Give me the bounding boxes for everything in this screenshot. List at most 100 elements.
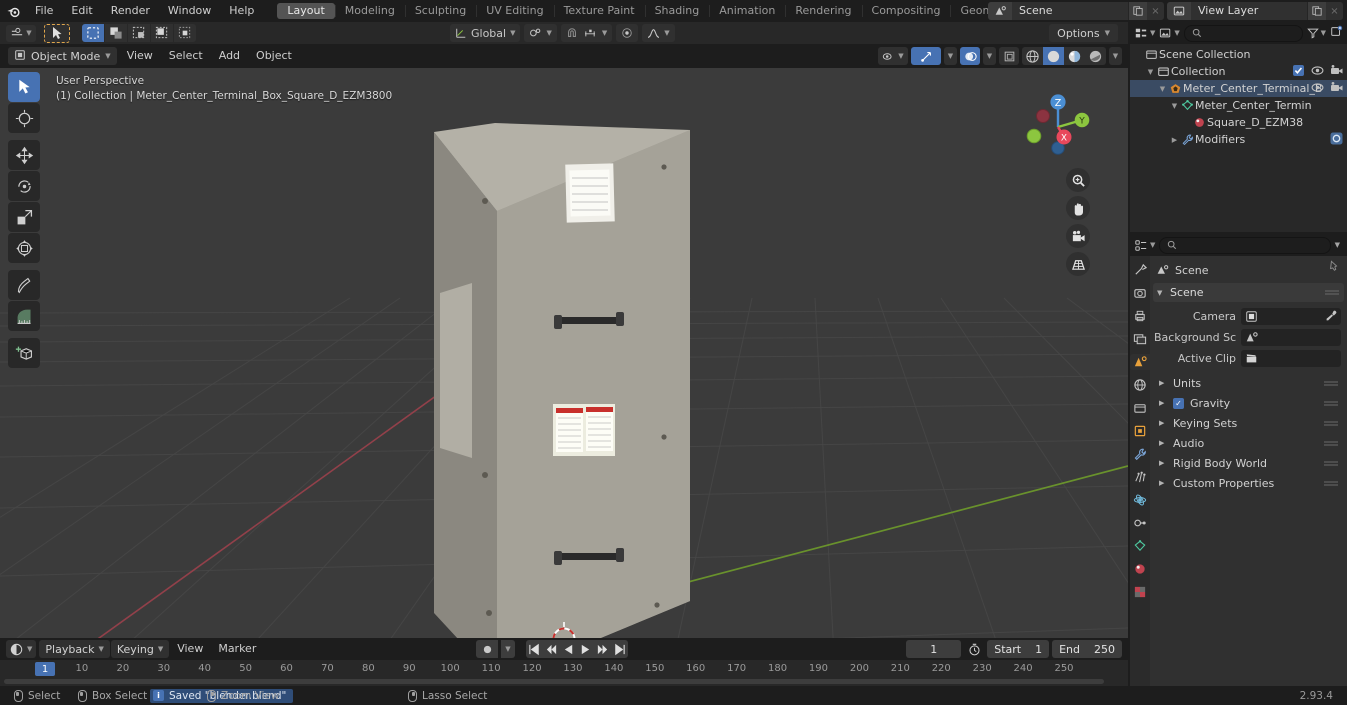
- object-tab[interactable]: [1132, 423, 1148, 439]
- panel-disclosure-icon[interactable]: ▶: [1159, 399, 1167, 407]
- transform-orientation-dropdown[interactable]: Global ▼: [450, 24, 521, 42]
- menu-window[interactable]: Window: [159, 2, 220, 20]
- unlink-scene-icon[interactable]: ×: [1147, 2, 1164, 20]
- disclosure-triangle-icon[interactable]: ▶: [1169, 136, 1180, 144]
- workspace-tab-sculpting[interactable]: Sculpting: [404, 3, 476, 19]
- shading-wireframe-button[interactable]: [1022, 47, 1043, 65]
- output-tab[interactable]: [1132, 308, 1148, 324]
- properties-options-dropdown[interactable]: ▼: [1335, 241, 1343, 249]
- panel-disclosure-icon[interactable]: ▶: [1159, 379, 1167, 387]
- pin-icon[interactable]: [1328, 260, 1340, 275]
- snap-settings[interactable]: ▼: [560, 24, 613, 42]
- data-tab[interactable]: [1132, 538, 1148, 554]
- viewport-menu-add[interactable]: Add: [211, 47, 248, 65]
- add-cube-tool[interactable]: [8, 338, 40, 368]
- panel-disclosure-icon[interactable]: ▶: [1159, 459, 1167, 467]
- workspace-tab-compositing[interactable]: Compositing: [861, 3, 951, 19]
- modifiers-tab[interactable]: [1132, 446, 1148, 462]
- keying-popover-icon[interactable]: ▼: [501, 640, 515, 658]
- tool-tab[interactable]: [1132, 262, 1148, 278]
- object-mode-dropdown[interactable]: Object Mode ▼: [8, 47, 117, 65]
- timeline-ruler[interactable]: 10 20 30 40 50 60 70 80 90 100 110 120 130 140 150 160 1…: [0, 660, 1128, 678]
- overlays-toggle[interactable]: [960, 47, 980, 65]
- camera-view-button[interactable]: [1066, 224, 1090, 248]
- current-frame-field[interactable]: 1: [906, 640, 962, 658]
- shading-rendered-button[interactable]: [1085, 47, 1106, 65]
- zoom-view-button[interactable]: [1066, 168, 1090, 192]
- panel-disclosure-icon[interactable]: ▶: [1159, 479, 1167, 487]
- particles-tab[interactable]: [1132, 469, 1148, 485]
- panel-rigid-body-world[interactable]: ▶ Rigid Body World: [1153, 453, 1344, 473]
- panel-keying-sets[interactable]: ▶ Keying Sets: [1153, 413, 1344, 433]
- timeline-menu-view[interactable]: View: [170, 640, 210, 658]
- gizmo-options-dropdown[interactable]: ▼: [944, 47, 957, 65]
- constraints-tab[interactable]: [1132, 515, 1148, 531]
- xray-toggle[interactable]: [999, 47, 1019, 65]
- render-camera-icon[interactable]: [1330, 81, 1343, 97]
- outliner-row[interactable]: ▼ Meter_Center_Terminal_B: [1130, 80, 1347, 97]
- panel-disclosure-icon[interactable]: ▶: [1159, 439, 1167, 447]
- tweak-tool[interactable]: [8, 72, 40, 102]
- tool-mode-dropdown[interactable]: ▼: [6, 24, 36, 42]
- texture-tab[interactable]: [1132, 584, 1148, 600]
- workspace-tab-uv-editing[interactable]: UV Editing: [476, 3, 553, 19]
- menu-file[interactable]: File: [26, 2, 62, 20]
- disclosure-triangle-icon[interactable]: ▼: [1157, 85, 1168, 93]
- scene-panel-header[interactable]: ▼ Scene: [1153, 283, 1344, 302]
- disclosure-triangle-icon[interactable]: ▼: [1145, 68, 1156, 76]
- jump-to-end-button[interactable]: [611, 640, 628, 658]
- property-field-active-clip[interactable]: [1241, 350, 1341, 367]
- new-collection-icon[interactable]: [1330, 25, 1343, 41]
- new-viewlayer-icon[interactable]: [1307, 2, 1326, 20]
- workspace-tab-texture-paint[interactable]: Texture Paint: [553, 3, 645, 19]
- collection-tab[interactable]: [1132, 400, 1148, 416]
- visibility-eye-icon[interactable]: [1311, 64, 1324, 80]
- select-subtract-mode-button[interactable]: [128, 24, 150, 42]
- panel-units[interactable]: ▶ Units: [1153, 373, 1344, 393]
- 3d-viewport[interactable]: User Perspective (1) Collection | Meter_…: [0, 68, 1128, 638]
- viewport-menu-view[interactable]: View: [119, 47, 161, 65]
- properties-editor-type-dropdown[interactable]: ▼: [1134, 239, 1155, 252]
- blender-logo-icon[interactable]: [0, 0, 26, 22]
- frame-start-field[interactable]: Start 1: [987, 640, 1050, 658]
- frame-end-field[interactable]: End 250: [1052, 640, 1122, 658]
- outliner-search-input[interactable]: [1183, 24, 1303, 42]
- select-invert-mode-button[interactable]: [151, 24, 173, 42]
- viewport-menu-object[interactable]: Object: [248, 47, 300, 65]
- outliner-row[interactable]: ▼ Collection: [1130, 63, 1347, 80]
- workspace-tab-rendering[interactable]: Rendering: [785, 3, 861, 19]
- transform-tool[interactable]: [8, 233, 40, 263]
- annotate-tool[interactable]: [8, 270, 40, 300]
- material-tab[interactable]: [1132, 561, 1148, 577]
- stopwatch-icon[interactable]: [964, 640, 984, 658]
- workspace-tab-shading[interactable]: Shading: [644, 3, 710, 19]
- timeline-keying-dropdown[interactable]: Keying ▼: [110, 640, 170, 658]
- select-extend-mode-button[interactable]: [105, 24, 127, 42]
- play-button[interactable]: [577, 640, 594, 658]
- shading-options-dropdown[interactable]: ▼: [1109, 47, 1122, 65]
- jump-to-next-keyframe-button[interactable]: [594, 640, 611, 658]
- viewport-menu-select[interactable]: Select: [161, 47, 211, 65]
- select-intersect-mode-button[interactable]: [174, 24, 196, 42]
- timeline-playback-dropdown[interactable]: Playback ▼: [39, 640, 110, 658]
- jump-to-start-button[interactable]: [526, 640, 543, 658]
- auto-keying-button[interactable]: [476, 640, 498, 658]
- world-tab[interactable]: [1132, 377, 1148, 393]
- panel-audio[interactable]: ▶ Audio: [1153, 433, 1344, 453]
- pan-view-button[interactable]: [1066, 196, 1090, 220]
- properties-search-input[interactable]: [1159, 236, 1331, 254]
- pivot-point-dropdown[interactable]: ▼: [524, 24, 557, 42]
- outliner-row[interactable]: Square_D_EZM38: [1130, 114, 1347, 131]
- collection-checkbox[interactable]: [1292, 64, 1305, 80]
- outliner-row[interactable]: ▶ Modifiers: [1130, 131, 1347, 148]
- measure-tool[interactable]: [8, 301, 40, 331]
- cursor-tool[interactable]: [8, 103, 40, 133]
- new-scene-icon[interactable]: [1128, 2, 1147, 20]
- navigation-gizmo[interactable]: Z Y X: [1021, 90, 1095, 164]
- overlays-options-dropdown[interactable]: ▼: [983, 47, 996, 65]
- object-visibility-dropdown[interactable]: ▼: [878, 47, 908, 65]
- workspace-tab-animation[interactable]: Animation: [709, 3, 785, 19]
- toggle-perspective-button[interactable]: [1066, 252, 1090, 276]
- workspace-tab-modeling[interactable]: Modeling: [334, 3, 405, 19]
- panel-custom-properties[interactable]: ▶ Custom Properties: [1153, 473, 1344, 493]
